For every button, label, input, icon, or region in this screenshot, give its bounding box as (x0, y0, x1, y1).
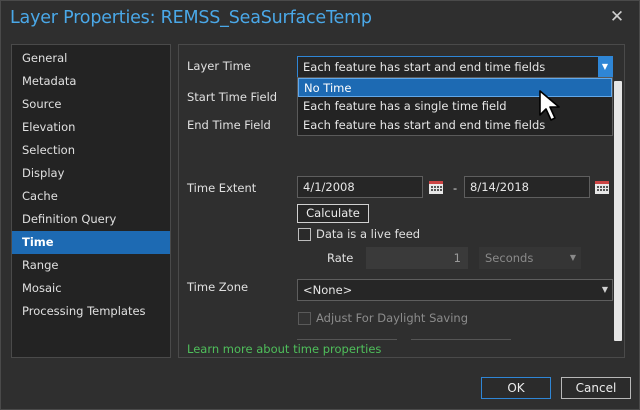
nav-item-time[interactable]: Time (12, 231, 170, 254)
nav-item-range[interactable]: Range (12, 254, 170, 277)
rate-input[interactable]: 1 (366, 247, 468, 269)
nav-item-source[interactable]: Source (12, 93, 170, 116)
nav-item-mosaic[interactable]: Mosaic (12, 277, 170, 300)
scrollbar-thumb[interactable] (614, 81, 622, 341)
rate-unit-dropdown[interactable]: Seconds ▼ (479, 247, 581, 269)
daylight-saving-label: Adjust For Daylight Saving (316, 311, 469, 325)
panel-scrollbar[interactable] (613, 81, 623, 343)
layer-time-dropdown[interactable]: Each feature has start and end time fiel… (297, 56, 613, 78)
nav-item-general[interactable]: General (12, 47, 170, 70)
divider (297, 339, 397, 340)
layer-properties-dialog: Layer Properties: REMSS_SeaSurfaceTemp ✕… (0, 0, 640, 410)
layer-time-value: Each feature has start and end time fiel… (303, 60, 546, 74)
ok-button[interactable]: OK (481, 377, 551, 399)
learn-more-link[interactable]: Learn more about time properties (187, 342, 381, 356)
dialog-title: Layer Properties: REMSS_SeaSurfaceTemp (10, 8, 372, 28)
time-zone-label: Time Zone (187, 280, 249, 294)
end-time-field-label: End Time Field (187, 118, 271, 132)
nav-item-processing-templates[interactable]: Processing Templates (12, 300, 170, 323)
title-bar[interactable]: Layer Properties: REMSS_SeaSurfaceTemp ✕ (1, 1, 639, 37)
nav-item-metadata[interactable]: Metadata (12, 70, 170, 93)
time-zone-dropdown[interactable]: <None> ▼ (297, 279, 613, 301)
nav-item-elevation[interactable]: Elevation (12, 116, 170, 139)
nav-item-definition-query[interactable]: Definition Query (12, 208, 170, 231)
layer-time-label: Layer Time (187, 59, 251, 73)
nav-item-display[interactable]: Display (12, 162, 170, 185)
cancel-button[interactable]: Cancel (561, 377, 631, 399)
calendar-icon[interactable] (428, 179, 444, 195)
chevron-down-icon[interactable]: ▼ (566, 248, 580, 268)
time-extent-label: Time Extent (187, 181, 257, 195)
nav-item-cache[interactable]: Cache (12, 185, 170, 208)
start-time-field-label: Start Time Field (187, 90, 278, 104)
calculate-button[interactable]: Calculate (297, 204, 369, 223)
time-extent-separator: - (453, 181, 458, 195)
rate-label: Rate (327, 251, 354, 265)
calendar-icon[interactable] (594, 179, 610, 195)
chevron-down-icon[interactable]: ▼ (598, 280, 612, 300)
chevron-down-icon[interactable]: ▼ (598, 57, 612, 77)
daylight-saving-checkbox[interactable] (298, 312, 311, 325)
time-extent-start-input[interactable]: 4/1/2008 (297, 176, 423, 198)
time-extent-end-input[interactable]: 8/14/2018 (464, 176, 590, 198)
nav-item-selection[interactable]: Selection (12, 139, 170, 162)
rate-unit-value: Seconds (485, 251, 534, 265)
divider (411, 339, 511, 340)
mouse-pointer-icon (539, 90, 560, 121)
live-feed-label: Data is a live feed (316, 227, 421, 241)
time-zone-value: <None> (303, 283, 353, 297)
close-icon[interactable]: ✕ (609, 9, 625, 26)
properties-nav: General Metadata Source Elevation Select… (11, 44, 171, 358)
live-feed-checkbox[interactable] (298, 228, 311, 241)
